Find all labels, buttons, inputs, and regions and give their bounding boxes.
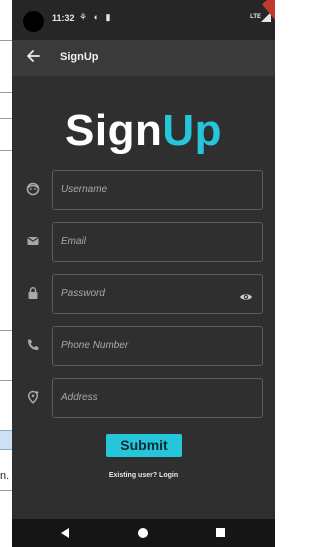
eye-icon[interactable] [239,289,253,300]
doc-highlight-cell [0,430,12,450]
phone-number-field[interactable]: Phone Number [52,326,263,366]
address-row: Address [12,378,275,418]
status-time: 11:32 [52,13,75,23]
address-placeholder: Address [61,392,98,403]
app-bar-title: SignUp [60,51,99,63]
address-field[interactable]: Address [52,378,263,418]
doc-rule [0,150,12,151]
email-row: Email [12,222,275,262]
submit-button[interactable]: Submit [106,434,182,457]
email-placeholder: Email [61,236,87,247]
username-row: Username [12,170,275,210]
phone-row: Phone Number [12,326,275,366]
nav-back-icon[interactable] [61,528,69,538]
doc-rule [0,380,12,381]
lock-icon [26,286,40,302]
face-icon [26,182,40,198]
username-placeholder: Username [61,184,108,195]
signup-heading: SignUp [12,105,275,157]
email-field[interactable]: Email [52,222,263,262]
background-document: n. [0,0,12,547]
heading-sign: Sign [65,106,163,155]
arrow-left-icon[interactable] [26,49,40,67]
doc-rule [0,330,12,331]
login-link[interactable]: Existing user? Login [12,472,275,479]
password-field[interactable]: Password [52,274,263,314]
doc-rule [0,40,12,41]
heading-up: Up [162,106,222,155]
app-bar: SignUp [12,40,275,76]
doc-rule [0,118,12,119]
doc-truncated-text: n. [0,470,10,482]
camera-cutout [23,11,44,32]
system-nav-bar [12,519,275,547]
email-icon [26,234,40,250]
doc-rule [0,490,12,491]
password-row: Password [12,274,275,314]
password-placeholder: Password [61,288,105,299]
phone-screen: 11:32 ⚘ ◐ ▮ LTE SignUp SignUp Username E… [12,0,275,547]
notification-icons: ⚘ ◐ ▮ [79,12,113,22]
nav-recents-icon[interactable] [216,528,225,537]
status-bar: 11:32 ⚘ ◐ ▮ LTE [12,0,275,40]
location-icon [26,390,40,406]
phone-icon [26,338,40,354]
network-type: LTE [250,14,261,20]
phone-number-placeholder: Phone Number [61,340,129,351]
doc-rule [0,92,12,93]
username-field[interactable]: Username [52,170,263,210]
nav-home-icon[interactable] [138,528,148,538]
